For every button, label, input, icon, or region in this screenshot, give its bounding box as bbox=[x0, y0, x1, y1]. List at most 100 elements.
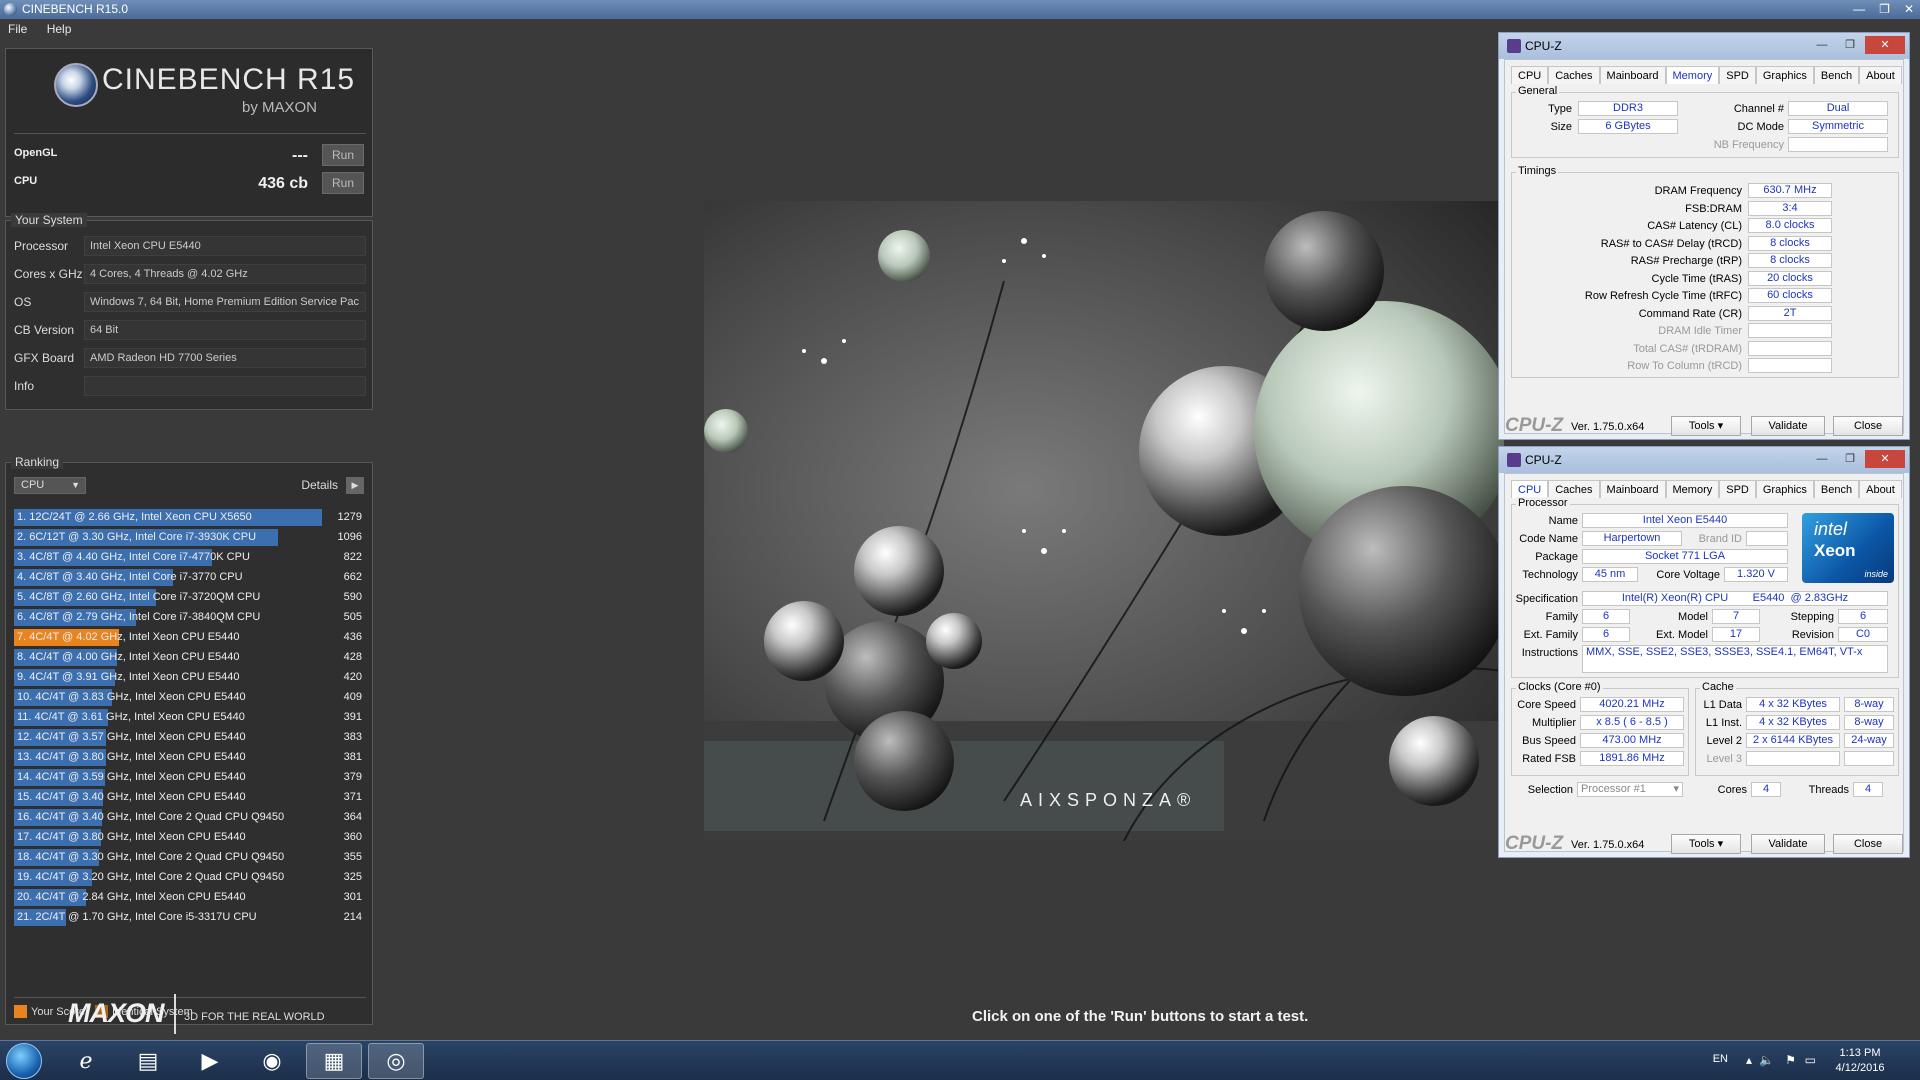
cpuz-taskbar-icon[interactable]: ▦ bbox=[306, 1043, 362, 1079]
ranking-row[interactable]: 5. 4C/8T @ 2.60 GHz, Intel Core i7-3720Q… bbox=[14, 587, 366, 607]
validate-button[interactable]: Validate bbox=[1751, 834, 1825, 854]
show-hidden-icons-icon[interactable]: ▴ bbox=[1746, 1053, 1752, 1067]
ranking-row[interactable]: 11. 4C/4T @ 3.61 GHz, Intel Xeon CPU E54… bbox=[14, 707, 366, 727]
ranking-row[interactable]: 15. 4C/4T @ 3.40 GHz, Intel Xeon CPU E54… bbox=[14, 787, 366, 807]
processor-select[interactable]: Processor #1 ▾ bbox=[1577, 782, 1683, 797]
ranking-row[interactable]: 17. 4C/4T @ 3.80 GHz, Intel Xeon CPU E54… bbox=[14, 827, 366, 847]
ranking-row[interactable]: 16. 4C/4T @ 3.40 GHz, Intel Core 2 Quad … bbox=[14, 807, 366, 827]
close-window-button[interactable]: Close bbox=[1833, 416, 1903, 436]
info-field[interactable] bbox=[84, 376, 366, 396]
ranking-row[interactable]: 9. 4C/4T @ 3.91 GHz, Intel Xeon CPU E544… bbox=[14, 667, 366, 687]
tab-mainboard[interactable]: Mainboard bbox=[1599, 480, 1666, 498]
timing-label: DRAM Idle Timer bbox=[1658, 325, 1742, 337]
ranking-row[interactable]: 3. 4C/8T @ 4.40 GHz, Intel Core i7-4770K… bbox=[14, 547, 366, 567]
tools-button[interactable]: Tools ▾ bbox=[1671, 834, 1741, 854]
tab-memory[interactable]: Memory bbox=[1665, 66, 1720, 84]
tab-memory[interactable]: Memory bbox=[1665, 480, 1720, 498]
tab-about[interactable]: About bbox=[1859, 66, 1902, 84]
start-button[interactable] bbox=[6, 1043, 42, 1079]
language-indicator[interactable]: EN bbox=[1713, 1053, 1728, 1065]
minimize-button[interactable]: — bbox=[1809, 450, 1835, 468]
tab-caches[interactable]: Caches bbox=[1548, 66, 1600, 84]
ranking-row[interactable]: 18. 4C/4T @ 3.30 GHz, Intel Core 2 Quad … bbox=[14, 847, 366, 867]
maximize-button[interactable]: ❐ bbox=[1837, 36, 1863, 54]
tab-spd[interactable]: SPD bbox=[1719, 66, 1756, 84]
close-button[interactable]: ✕ bbox=[1904, 0, 1914, 19]
file-explorer-icon[interactable]: ▤ bbox=[120, 1043, 176, 1079]
timing-value: 3:4 bbox=[1748, 200, 1832, 216]
minimize-button[interactable]: — bbox=[1809, 36, 1835, 54]
l1-inst-assoc: 8-way bbox=[1844, 715, 1894, 730]
ranking-row[interactable]: 7. 4C/4T @ 4.02 GHz, Intel Xeon CPU E544… bbox=[14, 627, 366, 647]
network-icon[interactable]: ▭ bbox=[1805, 1053, 1816, 1067]
ranking-row[interactable]: 19. 4C/4T @ 3.20 GHz, Intel Core 2 Quad … bbox=[14, 867, 366, 887]
busspeed-label: Bus Speed bbox=[1522, 735, 1576, 747]
ranking-label: 11. 4C/4T @ 3.61 GHz, Intel Xeon CPU E54… bbox=[17, 711, 245, 723]
volume-icon[interactable]: 🔈 bbox=[1759, 1053, 1774, 1067]
ranking-row[interactable]: 20. 4C/4T @ 2.84 GHz, Intel Xeon CPU E54… bbox=[14, 887, 366, 907]
tab-bench[interactable]: Bench bbox=[1813, 66, 1860, 84]
maximize-button[interactable]: ❐ bbox=[1837, 450, 1863, 468]
ranking-row[interactable]: 4. 4C/8T @ 3.40 GHz, Intel Core i7-3770 … bbox=[14, 567, 366, 587]
media-player-icon[interactable]: ▶ bbox=[182, 1043, 238, 1079]
tab-bench[interactable]: Bench bbox=[1813, 480, 1860, 498]
close-button[interactable]: ✕ bbox=[1865, 450, 1905, 468]
chrome-icon[interactable]: ◉ bbox=[244, 1043, 300, 1079]
memory-size: 6 GBytes bbox=[1578, 119, 1678, 134]
ranking-score: 379 bbox=[343, 771, 362, 783]
close-button[interactable]: ✕ bbox=[1865, 36, 1905, 54]
ranking-score: 371 bbox=[343, 791, 362, 803]
menu-help[interactable]: Help bbox=[47, 22, 72, 36]
minimize-button[interactable]: — bbox=[1853, 0, 1865, 19]
ranking-score: 355 bbox=[343, 851, 362, 863]
chevron-down-icon: ▼ bbox=[71, 480, 80, 490]
ranking-score: 590 bbox=[343, 591, 362, 603]
clock[interactable]: 1:13 PM 4/12/2016 bbox=[1820, 1046, 1900, 1076]
ranking-row[interactable]: 21. 2C/4T @ 1.70 GHz, Intel Core i5-3317… bbox=[14, 907, 366, 927]
maximize-button[interactable]: ❐ bbox=[1879, 0, 1890, 19]
tab-cpu[interactable]: CPU bbox=[1511, 66, 1549, 84]
cpuz-title-bar: CPU-Z — ❐ ✕ bbox=[1499, 447, 1909, 473]
selection-label: Selection bbox=[1527, 784, 1573, 796]
bus-speed: 473.00 MHz bbox=[1580, 733, 1684, 748]
cinebench-taskbar-icon[interactable]: ◎ bbox=[368, 1043, 424, 1079]
ranking-row[interactable]: 12. 4C/4T @ 3.57 GHz, Intel Xeon CPU E54… bbox=[14, 727, 366, 747]
validate-button[interactable]: Validate bbox=[1751, 416, 1825, 436]
ranking-row[interactable]: 10. 4C/4T @ 3.83 GHz, Intel Xeon CPU E54… bbox=[14, 687, 366, 707]
tab-about[interactable]: About bbox=[1859, 480, 1902, 498]
tab-spd[interactable]: SPD bbox=[1719, 480, 1756, 498]
tab-graphics[interactable]: Graphics bbox=[1755, 66, 1814, 84]
ranking-score: 662 bbox=[343, 571, 362, 583]
taskbar: ℯ ▤ ▶ ◉ ▦ ◎ EN ▴ 🔈 ⚑ ▭ 1:13 PM 4/12/2016 bbox=[0, 1040, 1920, 1080]
ranking-row[interactable]: 2. 6C/12T @ 3.30 GHz, Intel Core i7-3930… bbox=[14, 527, 366, 547]
internet-explorer-icon[interactable]: ℯ bbox=[58, 1043, 114, 1079]
tab-mainboard[interactable]: Mainboard bbox=[1599, 66, 1666, 84]
ranking-row[interactable]: 8. 4C/4T @ 4.00 GHz, Intel Xeon CPU E544… bbox=[14, 647, 366, 667]
opengl-run-button[interactable]: Run bbox=[322, 144, 364, 166]
ranking-row[interactable]: 1. 12C/24T @ 2.66 GHz, Intel Xeon CPU X5… bbox=[14, 507, 366, 527]
cpuz-body: CPU Caches Mainboard Memory SPD Graphics… bbox=[1504, 59, 1904, 434]
timing-label: DRAM Frequency bbox=[1654, 185, 1742, 197]
tab-cpu[interactable]: CPU bbox=[1511, 480, 1549, 498]
action-center-flag-icon[interactable]: ⚑ bbox=[1785, 1053, 1796, 1067]
details-toggle-button[interactable]: ▶ bbox=[346, 477, 364, 494]
ranking-label: 17. 4C/4T @ 3.80 GHz, Intel Xeon CPU E54… bbox=[17, 831, 246, 843]
ranking-row[interactable]: 14. 4C/4T @ 3.59 GHz, Intel Xeon CPU E54… bbox=[14, 767, 366, 787]
tools-button[interactable]: Tools ▾ bbox=[1671, 416, 1741, 436]
cpuz-footer: CPU-Z Ver. 1.75.0.x64 Tools ▾ Validate C… bbox=[1499, 413, 1909, 439]
memory-type: DDR3 bbox=[1578, 101, 1678, 116]
ranking-row[interactable]: 13. 4C/4T @ 3.80 GHz, Intel Xeon CPU E54… bbox=[14, 747, 366, 767]
ranking-row[interactable]: 6. 4C/8T @ 2.79 GHz, Intel Core i7-3840Q… bbox=[14, 607, 366, 627]
tab-graphics[interactable]: Graphics bbox=[1755, 480, 1814, 498]
ranking-type-select[interactable]: CPU ▼ bbox=[14, 477, 86, 494]
close-window-button[interactable]: Close bbox=[1833, 834, 1903, 854]
ranking-label: 13. 4C/4T @ 3.80 GHz, Intel Xeon CPU E54… bbox=[17, 751, 246, 763]
divider bbox=[14, 997, 366, 998]
cpu-revision: C0 bbox=[1838, 627, 1888, 642]
cpu-run-button[interactable]: Run bbox=[322, 172, 364, 194]
tab-caches[interactable]: Caches bbox=[1548, 480, 1600, 498]
ranking-list: 1. 12C/24T @ 2.66 GHz, Intel Xeon CPU X5… bbox=[14, 507, 366, 927]
menu-file[interactable]: File bbox=[8, 22, 27, 36]
system-row-os: OS Windows 7, 64 Bit, Home Premium Editi… bbox=[14, 291, 366, 313]
ranking-score: 360 bbox=[343, 831, 362, 843]
